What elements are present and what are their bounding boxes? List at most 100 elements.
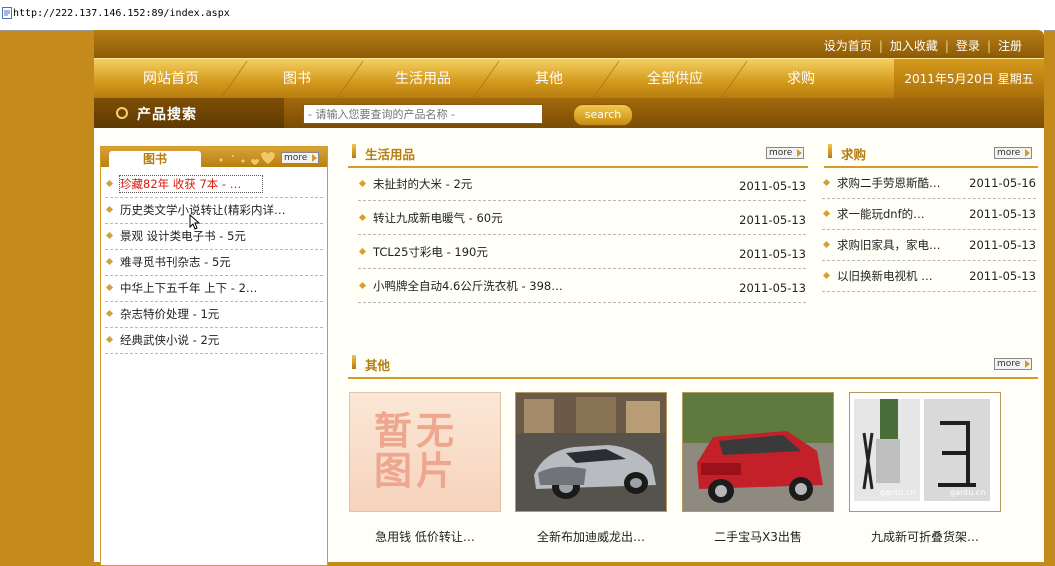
diamond-bullet-icon <box>358 247 367 256</box>
books-panel: 图书 more 珍藏82年 收获 7本 - … 历史类文学小说转让(精彩内详… … <box>100 146 328 566</box>
top-bar: 设为首页 | 加入收藏 | 登录 | 注册 <box>94 30 1044 58</box>
nav-books[interactable]: 图书 <box>242 59 352 99</box>
register-link[interactable]: 注册 <box>998 39 1022 53</box>
list-item[interactable]: 历史类文学小说转让(精彩内详… <box>105 197 323 224</box>
item-date: 2011-05-13 <box>739 281 806 295</box>
arrow-icon <box>1025 360 1030 368</box>
table-row[interactable]: 求购二手劳恩斯酷… 2011-05-16 <box>822 168 1036 199</box>
table-row[interactable]: 求购旧家具，家电… 2011-05-13 <box>822 230 1036 261</box>
daily-goods-title: 生活用品 <box>365 147 416 162</box>
diamond-bullet-icon <box>105 335 114 344</box>
item-date: 2011-05-13 <box>969 269 1036 283</box>
item-title[interactable]: 小鸭牌全自动4.6公斤洗衣机 - 398… <box>373 279 563 293</box>
list-item-text[interactable]: 难寻觅书刊杂志 - 5元 <box>120 255 231 269</box>
list-item[interactable]: 景观 设计类电子书 - 5元 <box>105 223 323 250</box>
others-title: 其他 <box>365 358 391 373</box>
top-links: 设为首页 | 加入收藏 | 登录 | 注册 <box>824 37 1022 54</box>
others-more-button[interactable]: more <box>994 358 1032 370</box>
table-row[interactable]: 以旧换新电视机 … 2011-05-13 <box>822 261 1036 292</box>
list-item-text[interactable]: 杂志特价处理 - 1元 <box>120 307 219 321</box>
list-item-text[interactable]: 景观 设计类电子书 - 5元 <box>120 229 246 243</box>
nav-home[interactable]: 网站首页 <box>116 59 226 99</box>
search-input[interactable] <box>303 104 543 124</box>
item-title[interactable]: 未扯封的大米 - 2元 <box>373 177 472 191</box>
more-label: more <box>997 148 1021 158</box>
table-row[interactable]: 求一能玩dnf的… 2011-05-13 <box>822 199 1036 230</box>
product-image[interactable] <box>515 392 667 512</box>
books-panel-header: 图书 more <box>101 147 327 167</box>
wanted-title: 求购 <box>841 147 867 162</box>
table-row[interactable]: TCL25寸彩电 - 190元 2011-05-13 <box>358 236 806 269</box>
divider: | <box>944 39 949 53</box>
product-caption[interactable]: 全新布加迪威龙出… <box>515 528 667 545</box>
diamond-bullet-icon <box>105 231 114 240</box>
wanted-more-button[interactable]: more <box>994 147 1032 159</box>
no-image-placeholder[interactable]: 暂无 图片 <box>349 392 501 512</box>
focus-outline <box>119 175 263 193</box>
search-button[interactable]: search <box>573 104 633 126</box>
item-title[interactable]: 求一能玩dnf的… <box>837 207 925 221</box>
current-date: 2011年5月20日 星期五 <box>894 59 1044 99</box>
list-item[interactable]: 经典武侠小说 - 2元 <box>105 327 323 354</box>
more-label: more <box>284 153 308 163</box>
divider: | <box>986 39 991 53</box>
login-link[interactable]: 登录 <box>956 39 980 53</box>
no-image-line: 图片 <box>374 448 459 493</box>
main-nav: 网站首页 图书 生活用品 其他 全部供应 求购 2011年5月20日 星期五 <box>94 58 1044 99</box>
heading-marker-icon <box>352 144 356 158</box>
list-item[interactable]: 珍藏82年 收获 7本 - … <box>105 171 323 198</box>
item-date: 2011-05-13 <box>739 213 806 227</box>
address-url[interactable]: http://222.137.146.152:89/index.aspx <box>13 8 230 19</box>
list-item-text[interactable]: 经典武侠小说 - 2元 <box>120 333 219 347</box>
list-item[interactable]: 难寻觅书刊杂志 - 5元 <box>105 249 323 276</box>
wanted-header: 求购 more <box>824 142 1038 168</box>
item-title[interactable]: TCL25寸彩电 - 190元 <box>373 245 488 259</box>
diamond-bullet-icon <box>105 309 114 318</box>
product-caption[interactable]: 九成新可折叠货架… <box>849 528 1001 545</box>
diamond-bullet-icon <box>105 205 114 214</box>
set-homepage-link[interactable]: 设为首页 <box>824 39 872 53</box>
product-image[interactable]: gantu.cn gantu.cn <box>849 392 1001 512</box>
books-tab[interactable]: 图书 <box>109 151 201 167</box>
item-title[interactable]: 以旧换新电视机 … <box>837 269 933 283</box>
product-caption[interactable]: 急用钱 低价转让… <box>349 528 501 545</box>
nav-all-supply[interactable]: 全部供应 <box>620 59 730 99</box>
circle-bullet-icon <box>116 107 128 119</box>
diamond-bullet-icon <box>358 281 367 290</box>
item-date: 2011-05-13 <box>969 207 1036 221</box>
arrow-icon <box>1025 149 1030 157</box>
daily-more-button[interactable]: more <box>766 147 804 159</box>
table-row[interactable]: 转让九成新电暖气 - 60元 2011-05-13 <box>358 202 806 235</box>
address-bar[interactable]: http://222.137.146.152:89/index.aspx <box>0 0 1055 31</box>
nav-others[interactable]: 其他 <box>494 59 604 99</box>
others-header: 其他 more <box>348 353 1038 379</box>
heading-marker-icon <box>828 144 832 158</box>
nav-daily-goods[interactable]: 生活用品 <box>368 59 478 99</box>
search-label: 产品搜索 <box>137 107 197 123</box>
list-item-text[interactable]: 历史类文学小说转让(精彩内详… <box>120 203 286 217</box>
diamond-bullet-icon <box>822 240 831 249</box>
product-image[interactable] <box>682 392 834 512</box>
diamond-bullet-icon <box>822 271 831 280</box>
list-item[interactable]: 中华上下五千年 上下 - 2… <box>105 275 323 302</box>
main-content: 图书 more 珍藏82年 收获 7本 - … 历史类文学小说转让(精彩内详… … <box>94 128 1044 566</box>
add-favorite-link[interactable]: 加入收藏 <box>890 39 938 53</box>
divider: | <box>878 39 883 53</box>
product-caption[interactable]: 二手宝马X3出售 <box>682 528 834 545</box>
nav-wanted[interactable]: 求购 <box>746 59 856 99</box>
table-row[interactable]: 小鸭牌全自动4.6公斤洗衣机 - 398… 2011-05-13 <box>358 270 806 303</box>
item-title[interactable]: 转让九成新电暖气 - 60元 <box>373 211 503 225</box>
list-item[interactable]: 杂志特价处理 - 1元 <box>105 301 323 328</box>
table-row[interactable]: 未扯封的大米 - 2元 2011-05-13 <box>358 168 806 201</box>
page-icon <box>2 7 12 19</box>
item-date: 2011-05-13 <box>969 238 1036 252</box>
hearts-decoration-icon <box>219 152 275 165</box>
page-container: 设为首页 | 加入收藏 | 登录 | 注册 网站首页 图书 生活用品 其他 全部供应 求购 … <box>94 30 1044 566</box>
list-item-text[interactable]: 中华上下五千年 上下 - 2… <box>120 281 257 295</box>
item-date: 2011-05-13 <box>739 247 806 261</box>
item-date: 2011-05-16 <box>969 176 1036 190</box>
books-more-button[interactable]: more <box>281 152 319 164</box>
red-suv-image <box>683 393 833 511</box>
item-title[interactable]: 求购旧家具，家电… <box>837 238 941 252</box>
item-title[interactable]: 求购二手劳恩斯酷… <box>837 176 941 190</box>
